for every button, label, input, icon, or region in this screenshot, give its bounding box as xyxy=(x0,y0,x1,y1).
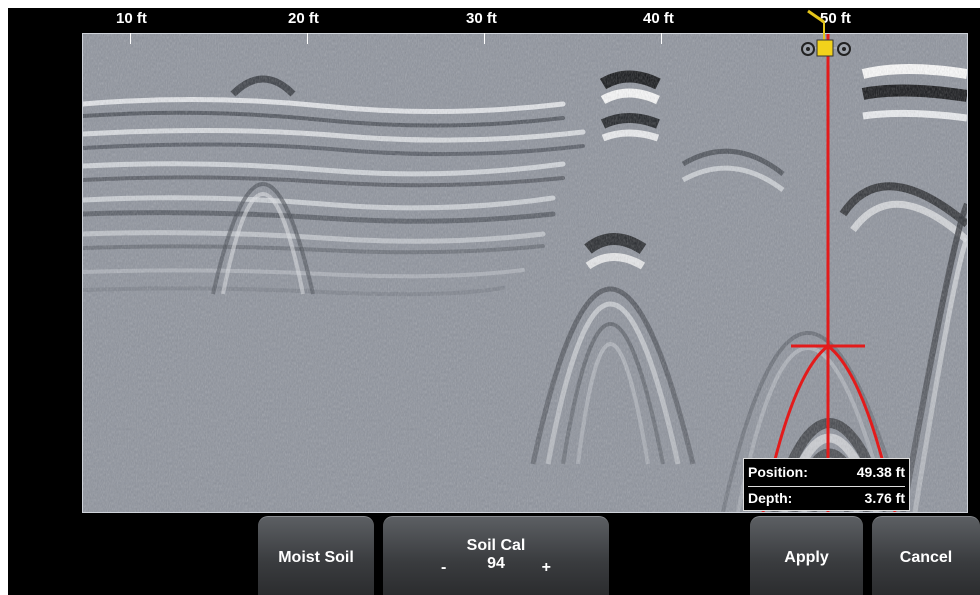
ruler-tick xyxy=(307,33,308,44)
gpr-screen: 10 ft 20 ft 30 ft 40 ft 50 ft Position: … xyxy=(8,8,980,595)
radargram-image xyxy=(83,34,967,512)
ruler-label-40ft: 40 ft xyxy=(643,10,674,27)
radargram-scan[interactable] xyxy=(82,33,968,513)
position-depth-readout: Position: 49.38 ft Depth: 3.76 ft xyxy=(743,458,910,511)
ruler-tick xyxy=(484,33,485,44)
ruler-label-20ft: 20 ft xyxy=(288,10,319,27)
position-row: Position: 49.38 ft xyxy=(748,461,905,483)
moist-soil-label: Moist Soil xyxy=(278,549,354,566)
moist-soil-button[interactable]: Moist Soil xyxy=(258,516,374,595)
apply-button[interactable]: Apply xyxy=(750,516,863,595)
soil-cal-decrease-button[interactable]: - xyxy=(441,559,446,577)
cart-icon[interactable] xyxy=(798,8,858,64)
ruler-label-30ft: 30 ft xyxy=(466,10,497,27)
position-label: Position: xyxy=(748,464,808,480)
ruler-tick xyxy=(661,33,662,44)
cancel-label: Cancel xyxy=(899,549,953,566)
depth-value: 3.76 ft xyxy=(864,490,905,506)
ruler-label-10ft: 10 ft xyxy=(116,10,147,27)
depth-row: Depth: 3.76 ft xyxy=(748,486,905,509)
apply-label: Apply xyxy=(784,549,829,566)
soil-cal-title: Soil Cal xyxy=(466,537,526,554)
cancel-button[interactable]: Cancel xyxy=(872,516,980,595)
soil-cal-value: 94 xyxy=(487,555,505,572)
soil-cal-control: Soil Cal 94 - + xyxy=(383,516,609,595)
depth-label: Depth: xyxy=(748,490,793,506)
soil-cal-increase-button[interactable]: + xyxy=(542,559,551,577)
position-value: 49.38 ft xyxy=(856,464,905,480)
ruler-tick xyxy=(130,33,131,44)
